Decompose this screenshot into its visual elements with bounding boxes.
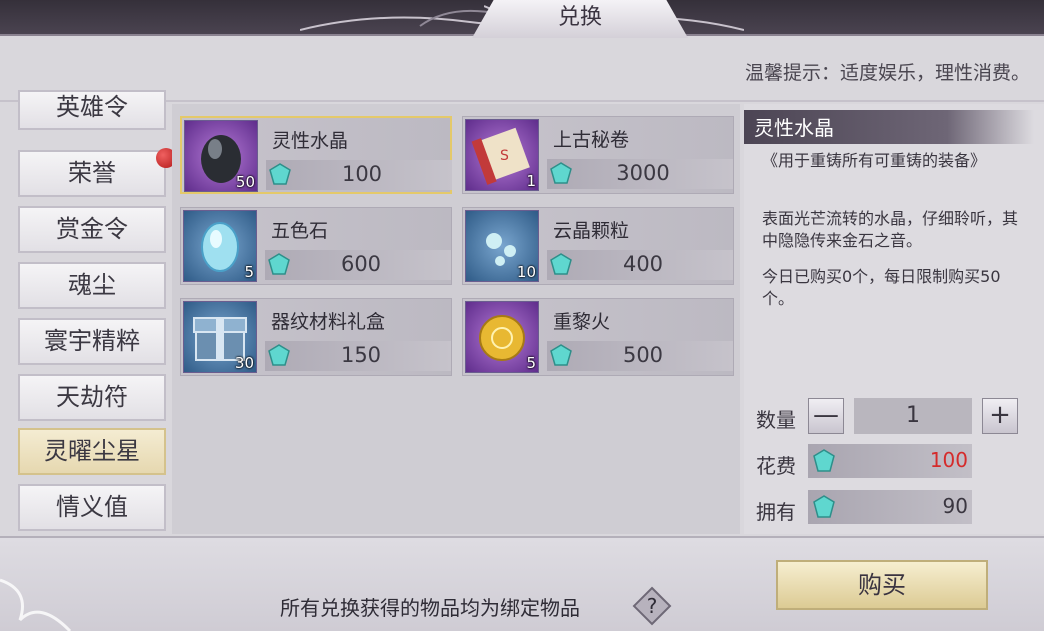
gift-chest-icon: 30 bbox=[183, 301, 257, 373]
detail-description: 表面光芒流转的水晶，仔细聆听，其中隐隐传来金石之音。 bbox=[762, 209, 1019, 250]
tab-label: 寰宇精粹 bbox=[44, 327, 140, 355]
notice-text: 温馨提示：适度娱乐，理性消费。 bbox=[744, 62, 1030, 84]
cost-value: 100 bbox=[929, 448, 968, 472]
blue-stone-icon: 5 bbox=[183, 210, 257, 282]
tab-label: 灵曜尘星 bbox=[44, 437, 140, 465]
tab-label: 魂尘 bbox=[68, 271, 116, 299]
item-name: 五色石 bbox=[271, 220, 329, 242]
gem-currency-icon bbox=[813, 495, 835, 518]
svg-text:S: S bbox=[500, 148, 509, 164]
item-card-cloud-crystal[interactable]: 10 云晶颗粒 400 bbox=[462, 207, 734, 285]
tab-stardust[interactable]: 灵曜尘星 bbox=[18, 428, 166, 475]
item-count: 50 bbox=[235, 173, 255, 191]
item-price: 150 bbox=[340, 343, 382, 367]
item-price: 400 bbox=[622, 252, 664, 276]
tab-label: 天劫符 bbox=[56, 383, 128, 411]
detail-usage: 《用于重铸所有可重铸的装备》 bbox=[762, 151, 987, 170]
item-count: 30 bbox=[234, 354, 254, 372]
quantity-increase-button[interactable]: + bbox=[982, 398, 1018, 434]
question-icon: ? bbox=[632, 586, 672, 626]
item-card-five-color-stone[interactable]: 5 五色石 600 bbox=[180, 207, 452, 285]
item-name: 上古秘卷 bbox=[553, 129, 630, 151]
item-count: 5 bbox=[526, 354, 536, 372]
tab-bounty-token[interactable]: 赏金令 bbox=[18, 206, 166, 253]
tab-label: 荣誉 bbox=[68, 159, 116, 187]
item-card-chongli-fire[interactable]: 5 重黎火 500 bbox=[462, 298, 734, 376]
tab-label: 英雄令 bbox=[56, 93, 128, 121]
gem-currency-icon bbox=[550, 253, 572, 275]
detail-panel: 灵性水晶 《用于重铸所有可重铸的装备》 表面光芒流转的水晶，仔细聆听，其中隐隐传… bbox=[744, 104, 1044, 534]
item-name: 重黎火 bbox=[553, 311, 611, 333]
tab-hero-token[interactable]: 英雄令 bbox=[18, 90, 166, 130]
owned-label: 拥有 bbox=[756, 500, 796, 524]
ancient-scroll-icon: S 1 bbox=[465, 119, 539, 191]
quantity-decrease-button[interactable]: — bbox=[808, 398, 844, 434]
item-name: 器纹材料礼盒 bbox=[271, 311, 386, 333]
detail-title: 灵性水晶 bbox=[754, 116, 834, 140]
item-name: 云晶颗粒 bbox=[553, 220, 630, 242]
item-price: 600 bbox=[340, 252, 382, 276]
gem-currency-icon bbox=[268, 344, 290, 366]
item-card-spirit-crystal[interactable]: 50 灵性水晶 100 bbox=[180, 116, 452, 194]
gem-currency-icon bbox=[813, 449, 835, 472]
page-title: 兑换 bbox=[557, 5, 602, 30]
black-crystal-icon: 50 bbox=[184, 120, 258, 192]
help-button[interactable]: ? bbox=[632, 586, 672, 626]
owned-value: 90 bbox=[942, 494, 968, 518]
item-price: 3000 bbox=[616, 161, 670, 185]
tab-friendship[interactable]: 情义值 bbox=[18, 484, 166, 531]
gem-currency-icon bbox=[550, 344, 572, 366]
help-glyph: ? bbox=[647, 594, 658, 618]
item-count: 5 bbox=[244, 263, 254, 281]
tab-universe-essence[interactable]: 寰宇精粹 bbox=[18, 318, 166, 365]
golden-orb-icon: 5 bbox=[465, 301, 539, 373]
item-count: 10 bbox=[516, 263, 536, 281]
cost-label: 花费 bbox=[756, 454, 796, 478]
bound-items-note: 所有兑换获得的物品均为绑定物品 bbox=[280, 596, 580, 620]
item-count: 1 bbox=[526, 172, 536, 190]
tab-label: 赏金令 bbox=[56, 215, 128, 243]
buy-button[interactable]: 购买 bbox=[776, 560, 988, 610]
item-name: 灵性水晶 bbox=[272, 130, 349, 152]
gem-currency-icon bbox=[268, 253, 290, 275]
item-price: 500 bbox=[622, 343, 664, 367]
quantity-label: 数量 bbox=[756, 408, 796, 432]
tab-soul-dust[interactable]: 魂尘 bbox=[18, 262, 166, 309]
item-price: 100 bbox=[341, 162, 383, 186]
cost-box: 100 bbox=[808, 444, 972, 478]
crystal-particles-icon: 10 bbox=[465, 210, 539, 282]
owned-box: 90 bbox=[808, 490, 972, 524]
tab-heaven-talisman[interactable]: 天劫符 bbox=[18, 374, 166, 421]
item-card-material-box[interactable]: 30 器纹材料礼盒 150 bbox=[180, 298, 452, 376]
quantity-input[interactable]: 1 bbox=[854, 398, 972, 434]
detail-limit: 今日已购买0个，每日限制购买50个。 bbox=[762, 267, 1001, 308]
gem-currency-icon bbox=[269, 163, 291, 185]
tab-label: 情义值 bbox=[56, 493, 128, 521]
decorative-swirl bbox=[0, 578, 72, 631]
item-card-ancient-scroll[interactable]: S 1 上古秘卷 3000 bbox=[462, 116, 734, 194]
gem-currency-icon bbox=[550, 162, 572, 184]
tab-honor[interactable]: 荣誉 bbox=[18, 148, 176, 197]
